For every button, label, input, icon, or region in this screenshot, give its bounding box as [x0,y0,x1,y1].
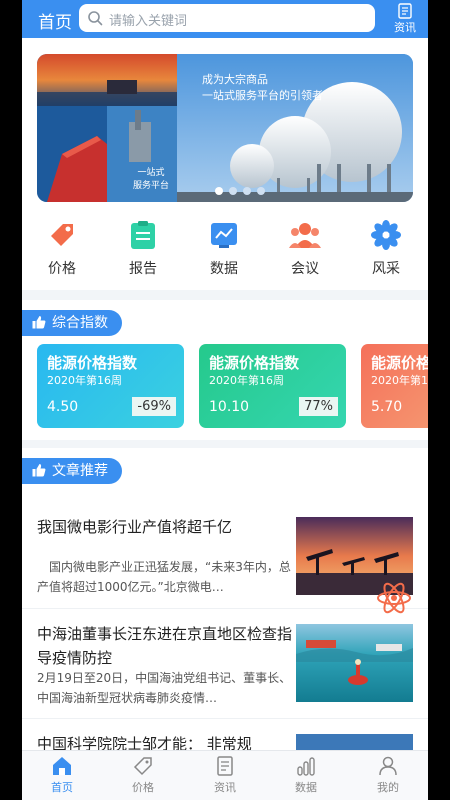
app-screen: 首页 请输入关键词 资讯 成为大宗商品 一站式服务平台的引领者 一站式 服务平台… [22,0,428,800]
index-card-change: 77% [299,397,338,416]
index-card[interactable]: 能源价格指数 2020年第16周 4.50 -69% [37,344,184,428]
article-thumbnail [296,624,413,702]
page-title: 首页 [38,13,72,33]
atom-icon[interactable] [376,580,412,616]
tag-icon [133,757,152,776]
quick-nav-label: 数据 [210,261,238,277]
quick-nav-report[interactable]: 报告 [111,218,175,278]
article-item[interactable]: 中国科学院院士邹才能： 非常规 [22,722,428,754]
carousel-dot[interactable] [215,187,223,195]
index-card-title: 能源价格指数 [371,354,428,372]
article-desc: 国内微电影产业正迅猛发展，“未来3年内，总产值将超过1000亿元。”北京微电… [37,560,291,594]
tab-mine[interactable]: 我的 [358,755,418,795]
article-title: 我国微电影行业产值将超千亿 [37,518,233,536]
carousel-dot[interactable] [243,187,251,195]
banner-caption: 一站式 服务平台 [133,167,169,193]
top-bar: 首页 请输入关键词 资讯 [22,0,428,38]
section-title: 文章推荐 [52,463,108,479]
quick-nav-label: 价格 [48,261,76,277]
quick-nav: 价格 报告 数据 会议 风采 [22,218,428,280]
chart-icon [211,223,237,248]
section-header-articles: 文章推荐 [22,458,122,484]
carousel-dot[interactable] [229,187,237,195]
flower-icon [371,220,401,250]
search-icon [88,11,103,26]
quick-nav-data[interactable]: 数据 [192,218,256,278]
quick-nav-style[interactable]: 风采 [354,218,418,278]
banner-caption-line2: 服务平台 [133,181,170,191]
index-card-title: 能源价格指数 [209,354,300,372]
tab-price[interactable]: 价格 [113,755,173,795]
price-tag-icon [51,224,73,246]
news-button[interactable]: 资讯 [382,0,428,38]
quick-nav-meeting[interactable]: 会议 [273,218,337,278]
people-icon [289,223,321,248]
tab-label: 数据 [295,781,317,794]
news-label: 资讯 [394,21,416,34]
tab-label: 我的 [377,781,399,794]
document-icon [217,756,233,776]
tab-home[interactable]: 首页 [32,755,92,795]
banner-slogan-line1: 成为大宗商品 [202,73,268,86]
report-icon [131,221,155,249]
article-item[interactable]: 我国微电影行业产值将超千亿 国内微电影产业正迅猛发展，“未来3年内，总产值将超过… [22,505,428,609]
index-card-change: -69% [132,397,176,416]
divider [22,290,428,300]
section-header-index: 综合指数 [22,310,122,336]
quick-nav-label: 会议 [291,261,319,277]
index-card-week: 2020年第16周 [209,374,284,387]
thumbs-up-icon [32,464,46,477]
tab-data[interactable]: 数据 [276,755,336,795]
index-card-value: 10.10 [209,399,250,415]
bottom-tab-bar: 首页 价格 资讯 数据 我的 [22,750,428,800]
banner-slogan: 成为大宗商品 一站式服务平台的引领者 [202,72,323,104]
search-placeholder: 请输入关键词 [109,14,188,29]
index-card[interactable]: 能源价格指数 2020年第16周 10.10 77% [199,344,346,428]
article-item[interactable]: 中海油董事长汪东进在京直地区检查指导疫情防控 2月19日至20日，中国海油党组书… [22,612,428,719]
divider [22,608,428,609]
index-card-week: 2020年第16周 [371,374,428,387]
article-desc: 2月19日至20日，中国海油党组书记、董事长、中国海油新型冠状病毒肺炎疫情… [37,671,292,705]
carousel-dot[interactable] [257,187,265,195]
bar-chart-icon [297,757,315,776]
carousel-indicator [215,180,271,199]
quick-nav-label: 报告 [129,261,157,277]
banner-caption-line1: 一站式 [137,168,165,178]
user-icon [379,756,397,776]
section-title: 综合指数 [52,315,108,331]
article-title: 中海油董事长汪东进在京直地区检查指导疫情防控 [37,625,293,667]
banner-slogan-line2: 一站式服务平台的引领者 [202,89,323,102]
tab-label: 价格 [132,781,154,794]
news-icon [398,3,412,19]
tab-label: 资讯 [214,781,236,794]
banner-carousel[interactable]: 成为大宗商品 一站式服务平台的引领者 一站式 服务平台 [37,54,413,202]
quick-nav-label: 风采 [372,261,400,277]
tab-news[interactable]: 资讯 [195,755,255,795]
index-card[interactable]: 能源价格指数 2020年第16周 5.70 [361,344,428,428]
search-input[interactable]: 请输入关键词 [79,4,375,32]
quick-nav-price[interactable]: 价格 [30,218,94,278]
thumbs-up-icon [32,316,46,329]
index-card-week: 2020年第16周 [47,374,122,387]
divider [22,440,428,448]
divider [22,718,428,719]
index-card-title: 能源价格指数 [47,354,138,372]
home-icon [53,757,71,775]
index-card-value: 4.50 [47,399,79,415]
index-card-value: 5.70 [371,399,403,415]
tab-label: 首页 [51,781,73,794]
